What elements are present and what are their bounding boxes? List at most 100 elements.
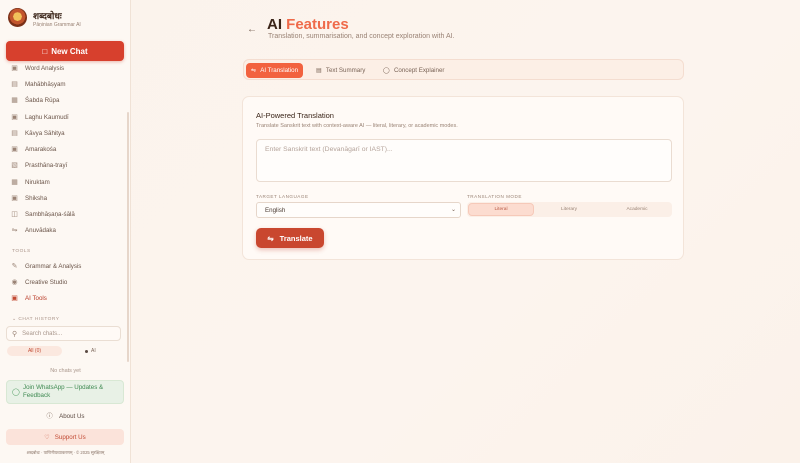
sanskrit-text-input[interactable] xyxy=(256,139,672,182)
sidebar-item-label: Prasthāna-trayī xyxy=(25,161,68,169)
feature-tabs: ⇋ AI Translation ▤ Text Summary ◯ Concep… xyxy=(243,59,684,80)
sidebar-item-label: Mahābhāṣyam xyxy=(25,80,66,88)
whatsapp-icon: ◯ xyxy=(12,389,20,396)
translation-mode-group: Literal Literary Academic xyxy=(467,202,672,217)
book-icon: ▣ xyxy=(11,195,18,202)
brand-name: शब्दबोधः xyxy=(33,11,62,21)
dot-icon xyxy=(85,349,88,353)
sidebar-item-anuvadaka[interactable]: ⇋ Anuvādaka xyxy=(6,223,124,237)
translate-button[interactable]: ⇋ Translate xyxy=(256,228,324,248)
sidebar-footer: शब्दबोधः · पाणिनीयव्याकरणम् · © 2025 सुर… xyxy=(26,450,105,455)
sidebar-item-creative-studio[interactable]: ◉ Creative Studio xyxy=(6,275,124,289)
info-icon: ⓘ xyxy=(46,413,53,420)
sidebar-item-label: Word Analysis xyxy=(25,64,65,72)
sidebar-item-niruktam[interactable]: ▦ Niruktam xyxy=(6,175,124,189)
translate-icon: ⇋ xyxy=(267,233,274,243)
sidebar-item-amarakosa[interactable]: ▣ Amarakośa xyxy=(6,142,124,156)
mode-literal[interactable]: Literal xyxy=(468,203,534,216)
sidebar-item-sabda-rupa[interactable]: ▦ Śabda Rūpa xyxy=(6,93,124,107)
no-chats-message: No chats yet xyxy=(50,368,81,374)
search-icon: ⚲ xyxy=(12,330,18,338)
translate-icon: ⇋ xyxy=(11,227,18,234)
tab-concept-explainer[interactable]: ◯ Concept Explainer xyxy=(383,63,445,78)
sidebar-item-shiksha[interactable]: ▣ Shiksha xyxy=(6,191,124,205)
whatsapp-label: Join WhatsApp — Updates & Feedback xyxy=(23,384,104,399)
tab-ai-translation[interactable]: ⇋ AI Translation xyxy=(246,63,304,78)
scroll-icon: ▧ xyxy=(11,162,18,169)
sidebar-item-mahabhasyam[interactable]: ▤ Mahābhāṣyam xyxy=(6,77,124,91)
translation-mode-label: TRANSLATION MODE xyxy=(467,194,522,199)
sidebar-item-label: Kāvya Sāhitya xyxy=(25,129,65,137)
sidebar-item-sambhasana-sala[interactable]: ◫ Sambhāṣaṇa-śālā xyxy=(6,207,124,221)
page-title-plain: AI xyxy=(267,16,282,33)
brand[interactable]: शब्दबोधः Pāṇinian Grammar AI xyxy=(8,8,123,30)
chat-icon: ◫ xyxy=(11,211,18,218)
mode-literary[interactable]: Literary xyxy=(536,203,602,216)
mode-academic[interactable]: Academic xyxy=(604,203,670,216)
filter-ai-tab[interactable]: AI xyxy=(85,346,96,356)
chat-history-text: CHAT HISTORY xyxy=(18,317,60,322)
sidebar-scrollbar[interactable] xyxy=(127,112,129,362)
back-arrow-icon[interactable]: ← xyxy=(247,24,257,35)
sidebar-item-label: Anuvādaka xyxy=(25,226,56,234)
heart-icon: ♡ xyxy=(44,433,50,441)
target-language-label: TARGET LANGUAGE xyxy=(256,194,309,199)
translate-icon: ⇋ xyxy=(251,67,257,74)
search-chats-field[interactable]: ⚲ Search chats... xyxy=(6,326,121,341)
target-language-select[interactable]: English ⌄ xyxy=(256,202,461,218)
sidebar-item-label: Niruktam xyxy=(25,178,50,186)
target-language-value: English xyxy=(265,206,286,214)
whatsapp-link[interactable]: ◯ Join WhatsApp — Updates & Feedback xyxy=(6,380,124,404)
new-chat-button[interactable]: □ New Chat xyxy=(6,41,124,61)
support-us-label: Support Us xyxy=(54,433,86,441)
filter-all-tab[interactable]: All (0) xyxy=(7,346,62,356)
chat-plus-icon: □ xyxy=(42,46,48,56)
search-chats-placeholder: Search chats... xyxy=(22,330,63,337)
sidebar-item-label: Creative Studio xyxy=(25,278,68,286)
sidebar-item-ai-tools[interactable]: ▣ AI Tools xyxy=(6,291,124,305)
translation-card: AI-Powered Translation Translate Sanskri… xyxy=(242,96,684,260)
card-title: AI-Powered Translation xyxy=(256,111,334,120)
tab-text-summary[interactable]: ▤ Text Summary xyxy=(316,63,365,78)
open-book-icon: ▤ xyxy=(11,130,18,137)
sidebar-item-label: AI Tools xyxy=(25,294,47,302)
chevron-down-icon: ⌄ xyxy=(450,207,456,213)
sidebar-item-laghu-kaumudi[interactable]: ▣ Laghu Kaumudī xyxy=(6,110,124,124)
table-icon: ▦ xyxy=(11,179,18,186)
sidebar-item-prasthana-trayi[interactable]: ▧ Prasthāna-trayī xyxy=(6,158,124,172)
page-subtitle: Translation, summarisation, and concept … xyxy=(268,33,455,40)
table-icon: ▦ xyxy=(11,97,18,104)
sidebar-item-grammar-analysis[interactable]: ✎ Grammar & Analysis xyxy=(6,259,124,273)
book-icon: ▣ xyxy=(11,65,18,72)
about-us-link[interactable]: ⓘ About Us xyxy=(0,411,131,420)
tools-section-label: TOOLS xyxy=(12,249,31,254)
open-book-icon: ▤ xyxy=(11,81,18,88)
sidebar-item-label: Laghu Kaumudī xyxy=(25,113,69,121)
new-chat-label: New Chat xyxy=(51,46,88,56)
about-us-label: About Us xyxy=(59,413,85,420)
sidebar-item-label: Śabda Rūpa xyxy=(25,96,60,104)
tab-label: AI Translation xyxy=(260,67,299,74)
tab-label: Text Summary xyxy=(325,67,366,74)
book-icon: ▣ xyxy=(11,146,18,153)
sidebar-item-label: Amarakośa xyxy=(25,145,57,153)
palette-icon: ◉ xyxy=(11,279,18,286)
page-title-accent: Features xyxy=(286,16,349,33)
sidebar-item-label: Shiksha xyxy=(25,194,48,202)
logo-icon xyxy=(8,8,27,27)
chevron-down-icon: ⌄ xyxy=(12,317,17,322)
tab-label: Concept Explainer xyxy=(393,67,445,74)
sidebar: शब्दबोधः Pāṇinian Grammar AI □ New Chat … xyxy=(0,0,131,463)
document-icon: ▤ xyxy=(316,67,322,74)
brand-subtitle: Pāṇinian Grammar AI xyxy=(33,22,81,28)
chat-history-label[interactable]: ⌄ CHAT HISTORY xyxy=(12,317,59,322)
briefcase-icon: ▣ xyxy=(11,295,18,302)
sidebar-item-kavya-sahitya[interactable]: ▤ Kāvya Sāhitya xyxy=(6,126,124,140)
translate-button-label: Translate xyxy=(279,233,313,243)
sidebar-item-word-analysis[interactable]: ▣ Word Analysis xyxy=(6,61,124,75)
pen-icon: ✎ xyxy=(11,263,18,270)
support-us-button[interactable]: ♡ Support Us xyxy=(6,429,124,445)
book-icon: ▣ xyxy=(11,114,18,121)
filter-ai-label: AI xyxy=(91,348,96,354)
sidebar-item-label: Grammar & Analysis xyxy=(25,262,82,270)
